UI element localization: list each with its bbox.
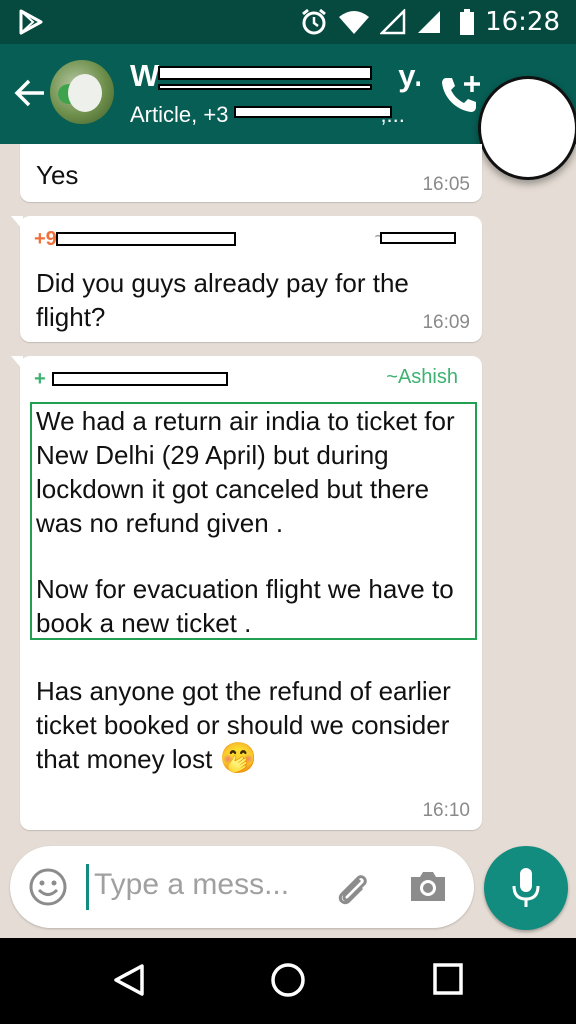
camera-icon[interactable] <box>408 868 448 904</box>
alias-redaction <box>380 232 456 244</box>
clock: 16:28 <box>485 7 560 37</box>
add-call-icon[interactable] <box>440 74 482 114</box>
message-composer: Type a mess... <box>10 846 474 928</box>
sender-number[interactable]: + <box>34 368 46 391</box>
text-cursor <box>86 864 89 910</box>
attach-icon[interactable] <box>332 868 372 908</box>
sender-alias: ~Ashish <box>386 366 458 388</box>
message-text: Did you guys already pay for the flight? <box>36 268 409 332</box>
nav-recents-icon[interactable] <box>432 962 464 996</box>
group-avatar[interactable] <box>50 60 114 124</box>
message-text: Yes <box>36 160 79 190</box>
alarm-icon <box>302 8 326 35</box>
microphone-icon <box>512 868 540 907</box>
emoji-face-hand-over-mouth: 🤭 <box>219 742 257 775</box>
message-bubble[interactable]: Yes 16:05 <box>20 144 482 202</box>
highlight-box <box>30 402 477 640</box>
message-paragraph: Has anyone got the refund of earlier tic… <box>36 676 451 775</box>
sender-redaction <box>52 372 228 386</box>
floating-chat-head[interactable] <box>478 76 576 180</box>
nav-home-icon[interactable] <box>270 962 306 998</box>
message-input[interactable]: Type a mess... <box>94 868 289 902</box>
title-redaction-2 <box>158 84 372 90</box>
sender-redaction <box>56 232 236 246</box>
nav-back-icon[interactable] <box>112 962 146 998</box>
title-redaction <box>158 66 372 80</box>
message-time: 16:09 <box>422 312 470 333</box>
message-time: 16:05 <box>422 174 470 195</box>
battery-icon <box>460 9 474 35</box>
message-bubble[interactable]: +9 ~ Did you guys already pay for the fl… <box>11 216 482 342</box>
back-arrow-icon[interactable] <box>14 78 46 108</box>
emoji-icon[interactable] <box>28 867 68 907</box>
voice-record-button[interactable] <box>484 846 568 930</box>
status-bar: 16:28 <box>0 0 576 44</box>
system-nav-bar <box>0 938 576 1024</box>
play-store-icon <box>19 9 43 35</box>
wifi-icon <box>339 11 369 34</box>
sender-number[interactable]: +9 <box>34 228 57 251</box>
subtitle-redaction <box>234 106 392 118</box>
signal-icon <box>380 9 406 35</box>
signal-full-icon <box>418 11 440 33</box>
message-time: 16:10 <box>422 800 470 821</box>
